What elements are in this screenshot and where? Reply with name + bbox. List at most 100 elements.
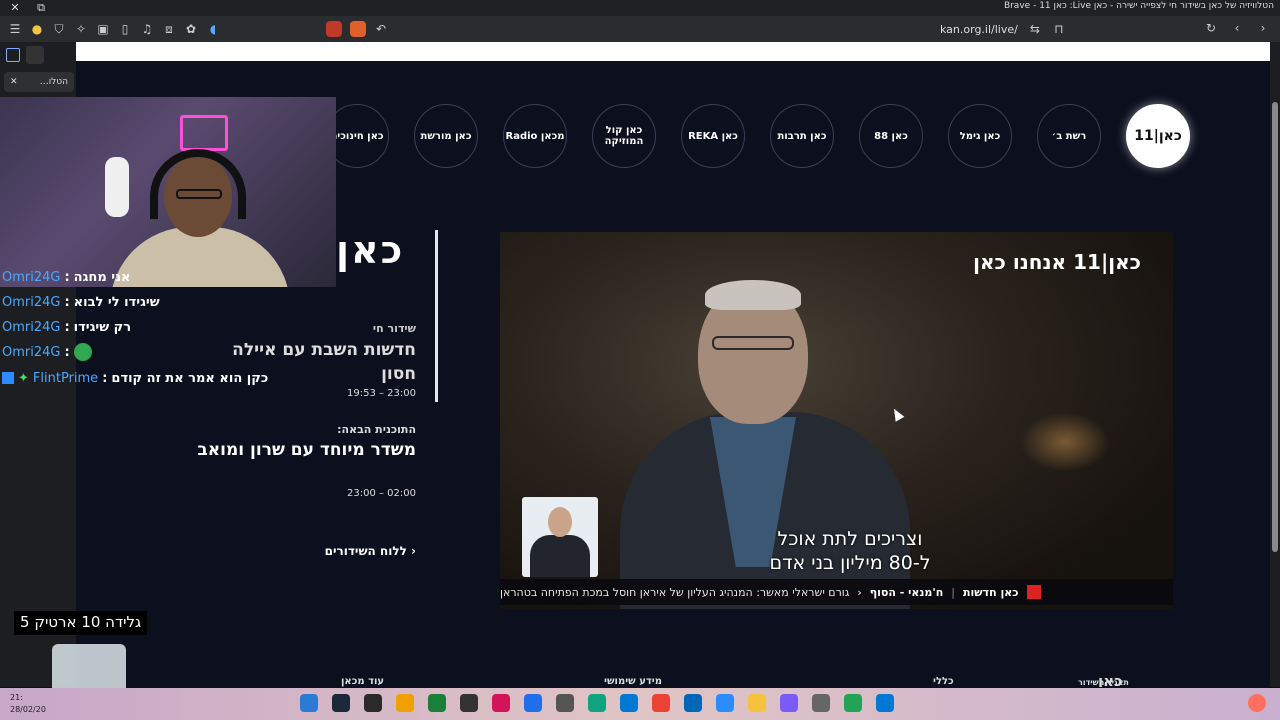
browser-toolbar: ☰ ● ⛉ ✧ ▣ ▯ ♫ ⧈ ✿ ◖ ↶ kan.org.il/live/ ⇆… <box>0 16 1280 42</box>
close-icon[interactable]: ✕ <box>8 1 22 15</box>
chat-colon: : <box>64 319 70 335</box>
sidebar-icon[interactable]: ▯ <box>118 22 132 36</box>
chat-text: כקן הוא אמר את זה קודם <box>111 370 269 386</box>
ticker-text: גורם ישראלי מאשר: המנהיג העליון של איראן… <box>500 585 850 599</box>
chat-colon: : <box>64 344 70 360</box>
profile-icon[interactable]: ● <box>30 22 44 36</box>
chrome-icon[interactable] <box>652 694 670 712</box>
interpreter-body <box>530 535 590 577</box>
stream-goal: גלידה 10 ארטיק 5 <box>14 611 148 635</box>
page-scrollbar[interactable] <box>1270 42 1280 687</box>
task-view-icon[interactable] <box>812 694 830 712</box>
site-settings-icon[interactable]: ⇆ <box>1028 22 1042 36</box>
menu-icon[interactable]: ☰ <box>8 22 22 36</box>
terminal-icon[interactable] <box>364 694 382 712</box>
interpreter-head <box>548 507 572 537</box>
news-ticker: כאן חדשות | ח'מנאי - הסוף ‹ גורם ישראלי … <box>500 579 1173 605</box>
schedule-link-label: ללוח השידורים <box>324 544 407 558</box>
screen: ✕ ⧉ הטלוויזיה של כאן בשידור חי לצפייה יש… <box>0 0 1280 720</box>
video-player[interactable]: כאן|11 אנחנו כאן וצריכים לתת אוכל ל-80 מ… <box>500 232 1173 609</box>
channel-button[interactable]: רשת ב׳ <box>1037 104 1101 168</box>
shield-icon[interactable]: ⛉ <box>52 22 66 36</box>
notification-icon[interactable] <box>1248 694 1266 712</box>
chat-colon: : <box>102 370 108 386</box>
channel-button[interactable]: כאן מורשת <box>414 104 478 168</box>
obs-icon[interactable] <box>460 694 478 712</box>
vpn-extension-icon[interactable] <box>326 21 342 37</box>
snip-icon[interactable] <box>556 694 574 712</box>
reload-icon[interactable]: ↻ <box>1204 21 1218 35</box>
microphone <box>105 157 129 217</box>
live-label: שידור חי <box>372 322 416 335</box>
chat-username: Omri24G <box>2 294 61 310</box>
back-icon[interactable]: ‹ <box>1230 21 1244 35</box>
footer-col-info[interactable]: מידע שימושי <box>604 676 662 687</box>
next-program-label: התוכנית הבאה: <box>337 423 416 436</box>
channel-button[interactable]: כאן גימל <box>948 104 1012 168</box>
extension-icon[interactable]: ✿ <box>184 22 198 36</box>
taskbar-apps <box>300 694 894 712</box>
chatgpt-icon[interactable] <box>588 694 606 712</box>
sidebar-toggle-icon[interactable] <box>6 48 20 62</box>
bookmark-icon[interactable]: ⊓ <box>1052 22 1066 36</box>
weather-icon[interactable] <box>844 694 862 712</box>
background-lamp <box>1020 412 1110 472</box>
channel-button[interactable]: כאן תרבות <box>770 104 834 168</box>
schedule-link[interactable]: ‹ ללוח השידורים <box>276 544 416 558</box>
telegram-icon[interactable] <box>300 694 318 712</box>
subtitle-line-2: ל-80 מיליון בני אדם <box>769 552 931 574</box>
url-text[interactable]: kan.org.il/live/ <box>940 23 1018 36</box>
chat-username: Omri24G <box>2 344 61 360</box>
taskbar-clock[interactable]: 21: 28/02/20 <box>10 692 46 716</box>
forward-icon[interactable]: › <box>1256 21 1270 35</box>
footer-col-general[interactable]: כללי <box>933 676 954 687</box>
live-program-time: 19:53 – 23:00 <box>347 388 416 399</box>
vertical-tab[interactable]: הטלו… ✕ <box>4 72 74 92</box>
chevron-left-icon: ‹ <box>411 544 416 558</box>
back-arrow-icon[interactable]: ↶ <box>374 22 388 36</box>
screenshot-icon[interactable]: ⧈ <box>162 22 176 36</box>
window-titlebar: ✕ ⧉ הטלוויזיה של כאן בשידור חי לצפייה יש… <box>0 0 1280 16</box>
vertical-tab-close-icon[interactable]: ✕ <box>10 77 18 87</box>
channel-button[interactable]: כאן|11 <box>1126 104 1190 168</box>
sign-language-interpreter <box>522 497 598 577</box>
edge-browser-icon[interactable] <box>716 694 734 712</box>
pin-window-icon[interactable]: ⧉ <box>34 1 48 15</box>
streamer-glasses <box>176 189 222 199</box>
sparkle-badge-icon: ✦ <box>18 370 29 386</box>
address-bar[interactable]: kan.org.il/live/ ⇆ ⊓ <box>940 19 1066 39</box>
puzzle-icon[interactable]: ✧ <box>74 22 88 36</box>
channel-button[interactable]: כאן 88 <box>859 104 923 168</box>
workspace-icon[interactable] <box>26 46 44 64</box>
streamer-webcam <box>0 97 336 287</box>
store-icon[interactable] <box>684 694 702 712</box>
edge-icon[interactable] <box>620 694 638 712</box>
emote-icon <box>73 343 92 361</box>
footer-col-broadcasting[interactable]: תאגיד השידור <box>1078 678 1129 687</box>
vscode-icon[interactable] <box>524 694 542 712</box>
start-icon[interactable] <box>876 694 894 712</box>
media-icon[interactable] <box>492 694 510 712</box>
brave-shields-icon[interactable] <box>350 21 366 37</box>
channel-button[interactable]: כאן REKA <box>681 104 745 168</box>
audio-playing-icon[interactable]: ◖ <box>206 22 220 36</box>
music-icon[interactable]: ♫ <box>140 22 154 36</box>
speaker-hair <box>705 280 801 310</box>
nvidia-icon[interactable] <box>428 694 446 712</box>
chat-username: FlintPrime <box>32 370 99 386</box>
page-header-bar <box>76 42 1270 61</box>
copilot-icon[interactable] <box>780 694 798 712</box>
kan-logo: כאן <box>336 228 405 272</box>
page-footer: כאן תאגיד השידור כללי מידע שימושי עוד מכ… <box>76 672 1270 687</box>
file-explorer-icon[interactable] <box>748 694 766 712</box>
channel-button[interactable]: כאן קול המוזיקה <box>592 104 656 168</box>
chat-message: Omri24G : שיגידו לי לבוא <box>2 290 160 314</box>
steam-icon[interactable] <box>332 694 350 712</box>
scrollbar-thumb[interactable] <box>1272 102 1278 552</box>
wallet-icon[interactable]: ▣ <box>96 22 110 36</box>
app-icon[interactable] <box>396 694 414 712</box>
channel-button[interactable]: מכאן Radio <box>503 104 567 168</box>
chat-colon: : <box>64 269 70 285</box>
footer-col-more[interactable]: עוד מכאן <box>341 676 384 687</box>
subtitle-line-1: וצריכים לתת אוכל <box>777 528 923 550</box>
